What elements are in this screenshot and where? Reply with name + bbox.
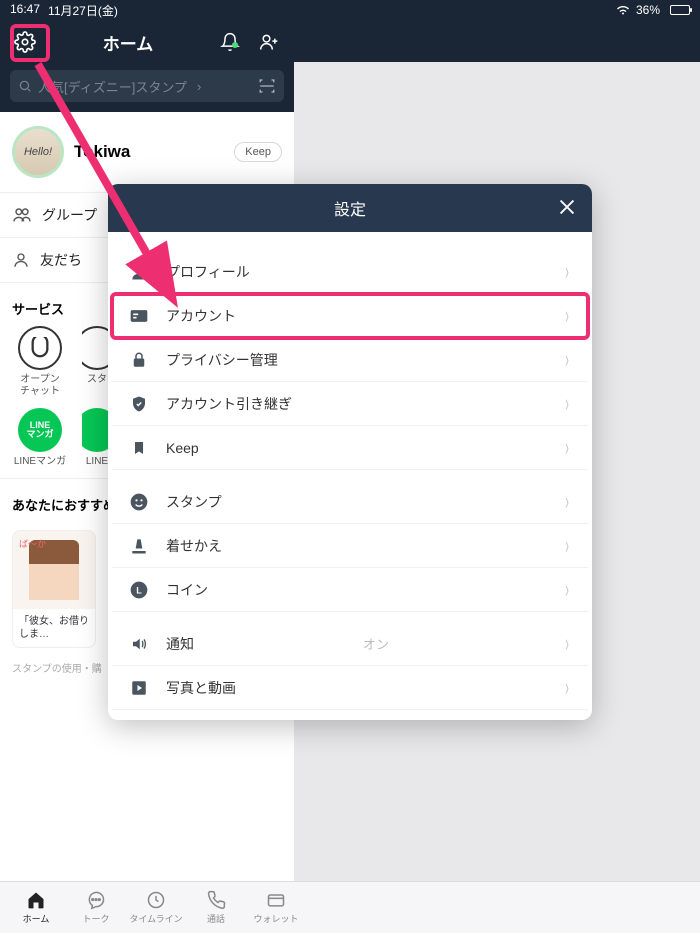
- modal-header: 設定: [108, 184, 592, 232]
- coin-icon: L: [126, 577, 152, 603]
- row-label: アカウント: [166, 306, 236, 326]
- chevron-right-icon: ›: [565, 257, 569, 286]
- chevron-right-icon: ›: [565, 433, 569, 462]
- row-label: 通知: [166, 634, 194, 654]
- row-label: コイン: [166, 580, 208, 600]
- chevron-right-icon: ›: [565, 575, 569, 604]
- settings-row-bookmark[interactable]: Keep ›: [112, 426, 588, 470]
- chevron-right-icon: ›: [565, 487, 569, 516]
- person-icon: [126, 259, 152, 285]
- chevron-right-icon: ›: [565, 389, 569, 418]
- chevron-right-icon: ›: [565, 629, 569, 658]
- play-icon: [126, 675, 152, 701]
- row-label: 着せかえ: [166, 536, 222, 556]
- settings-row-coin[interactable]: L コイン ›: [112, 568, 588, 612]
- settings-row-person[interactable]: プロフィール ›: [112, 250, 588, 294]
- settings-row-card[interactable]: アカウント ›: [112, 294, 588, 338]
- shield-icon: [126, 391, 152, 417]
- lock-icon: [126, 347, 152, 373]
- settings-row-smile[interactable]: スタンプ ›: [112, 480, 588, 524]
- row-label: アカウント引き継ぎ: [166, 394, 292, 414]
- bookmark-icon: [126, 435, 152, 461]
- chevron-right-icon: ›: [565, 345, 569, 374]
- modal-body: プロフィール›アカウント›プライバシー管理›アカウント引き継ぎ›Keep›スタン…: [108, 232, 592, 720]
- chevron-right-icon: ›: [565, 673, 569, 702]
- row-status: オン: [363, 634, 395, 653]
- close-icon[interactable]: [556, 196, 578, 218]
- modal-title: 設定: [334, 196, 366, 220]
- row-label: Keep: [166, 440, 199, 456]
- row-label: スタンプ: [166, 492, 222, 512]
- card-icon: [126, 303, 152, 329]
- speaker-icon: [126, 631, 152, 657]
- settings-row-play[interactable]: 写真と動画 ›: [112, 666, 588, 710]
- modal-overlay: 設定 プロフィール › アカウント › プライバシー管理 › アカウント引き継ぎ › Keep ›…: [0, 0, 700, 933]
- row-label: プロフィール: [166, 262, 250, 282]
- smile-icon: [126, 489, 152, 515]
- chevron-right-icon: ›: [565, 531, 569, 560]
- settings-row-speaker[interactable]: 通知 オン ›: [112, 622, 588, 666]
- brush-icon: [126, 533, 152, 559]
- svg-text:L: L: [136, 585, 142, 595]
- chevron-right-icon: ›: [565, 301, 569, 330]
- settings-row-lock[interactable]: プライバシー管理 ›: [112, 338, 588, 382]
- settings-row-shield[interactable]: アカウント引き継ぎ ›: [112, 382, 588, 426]
- settings-modal: 設定 プロフィール › アカウント › プライバシー管理 › アカウント引き継ぎ › Keep ›…: [108, 184, 592, 720]
- settings-row-brush[interactable]: 着せかえ ›: [112, 524, 588, 568]
- row-label: 写真と動画: [166, 678, 236, 698]
- row-label: プライバシー管理: [166, 350, 278, 370]
